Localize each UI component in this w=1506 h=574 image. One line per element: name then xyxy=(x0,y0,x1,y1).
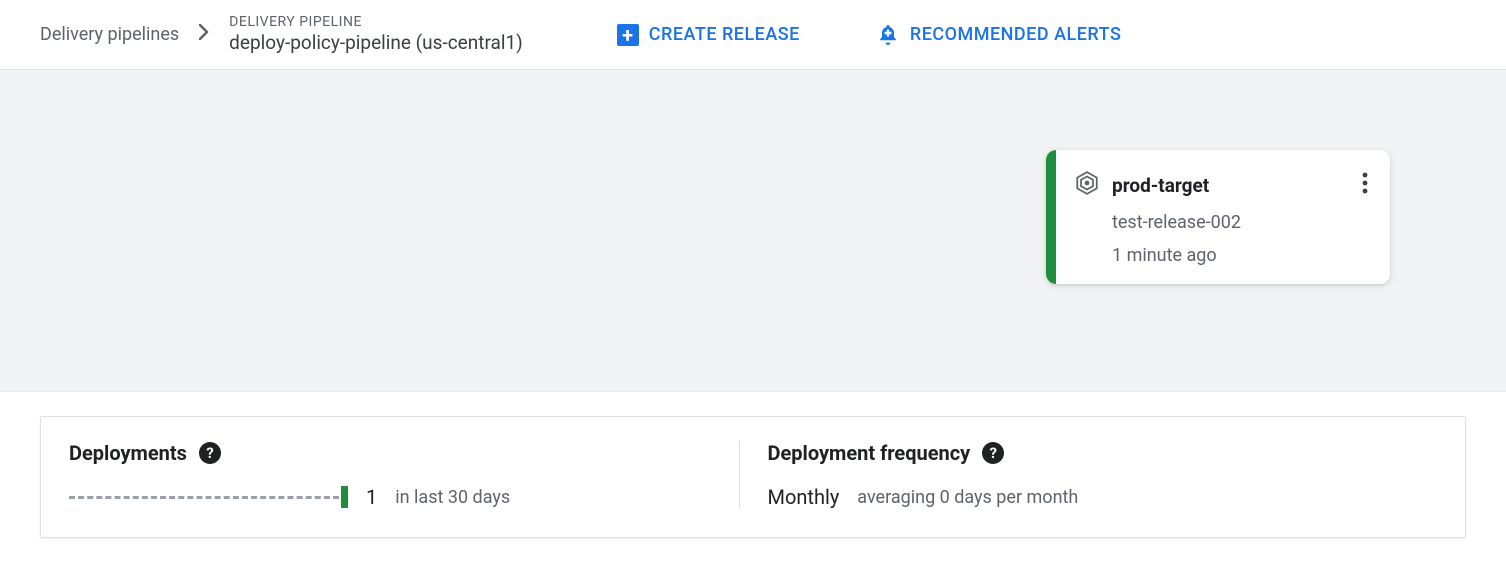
pipeline-name: deploy-policy-pipeline (us-central1) xyxy=(229,31,523,56)
metric-frequency: Deployment frequency ? Monthly averaging… xyxy=(739,441,1438,509)
create-release-label: CREATE RELEASE xyxy=(649,24,800,45)
target-time: 1 minute ago xyxy=(1112,245,1372,266)
pipeline-title-block: DELIVERY PIPELINE deploy-policy-pipeline… xyxy=(229,13,523,56)
target-title: prod-target xyxy=(1112,174,1346,197)
frequency-suffix: averaging 0 days per month xyxy=(857,487,1078,508)
metrics-card: Deployments ? 1 in last 30 days Deployme… xyxy=(40,416,1466,538)
bell-plus-icon xyxy=(876,23,900,47)
metric-frequency-title: Deployment frequency xyxy=(768,441,971,465)
breadcrumb-root[interactable]: Delivery pipelines xyxy=(40,24,179,45)
target-card[interactable]: prod-target test-release-002 1 minute ag… xyxy=(1046,150,1390,284)
recommended-alerts-label: RECOMMENDED ALERTS xyxy=(910,24,1122,45)
metric-deployments-title: Deployments xyxy=(69,441,187,465)
help-icon[interactable]: ? xyxy=(199,442,221,464)
plus-box-icon: + xyxy=(617,24,639,46)
deployments-sparkline xyxy=(69,486,348,508)
metrics-section: Deployments ? 1 in last 30 days Deployme… xyxy=(0,392,1506,562)
help-icon[interactable]: ? xyxy=(982,442,1004,464)
page-header: Delivery pipelines DELIVERY PIPELINE dep… xyxy=(0,0,1506,70)
frequency-value: Monthly xyxy=(768,485,840,509)
kubernetes-icon xyxy=(1074,170,1100,200)
recommended-alerts-button[interactable]: RECOMMENDED ALERTS xyxy=(864,15,1134,55)
status-accent xyxy=(1046,150,1056,284)
deployments-suffix: in last 30 days xyxy=(395,487,510,508)
chevron-right-icon xyxy=(199,24,209,45)
metric-deployments: Deployments ? 1 in last 30 days xyxy=(69,441,739,509)
more-vert-icon[interactable] xyxy=(1358,168,1372,202)
target-release: test-release-002 xyxy=(1112,212,1372,233)
pipeline-label: DELIVERY PIPELINE xyxy=(229,13,523,31)
create-release-button[interactable]: + CREATE RELEASE xyxy=(605,16,812,54)
pipeline-canvas[interactable]: prod-target test-release-002 1 minute ag… xyxy=(0,70,1506,392)
deployments-count: 1 xyxy=(366,485,377,509)
